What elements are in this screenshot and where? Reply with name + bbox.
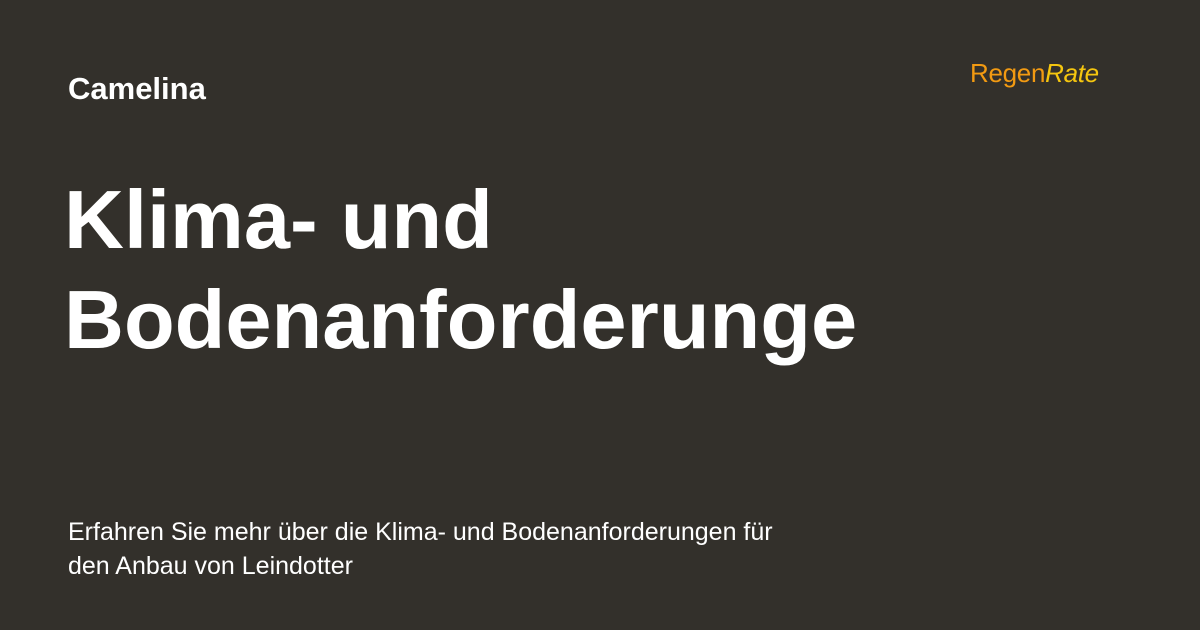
logo-rate-text: Rate [1045, 58, 1099, 88]
category-label: Camelina [68, 71, 206, 106]
title-line-2: Bodenanforderunge [64, 273, 858, 366]
brand-logo: RegenRate [970, 57, 1099, 89]
title-line-1: Klima- und [64, 173, 493, 266]
social-preview-card: Camelina RegenRate Klima- und Bodenanfor… [0, 0, 1200, 630]
page-description: Erfahren Sie mehr über die Klima- und Bo… [68, 515, 888, 583]
description-line-1: Erfahren Sie mehr über die Klima- und Bo… [68, 518, 773, 546]
description-line-2: den Anbau von Leindotter [68, 552, 353, 580]
logo-regen-text: Regen [970, 58, 1046, 88]
page-title: Klima- und Bodenanforderunge [64, 170, 1144, 370]
